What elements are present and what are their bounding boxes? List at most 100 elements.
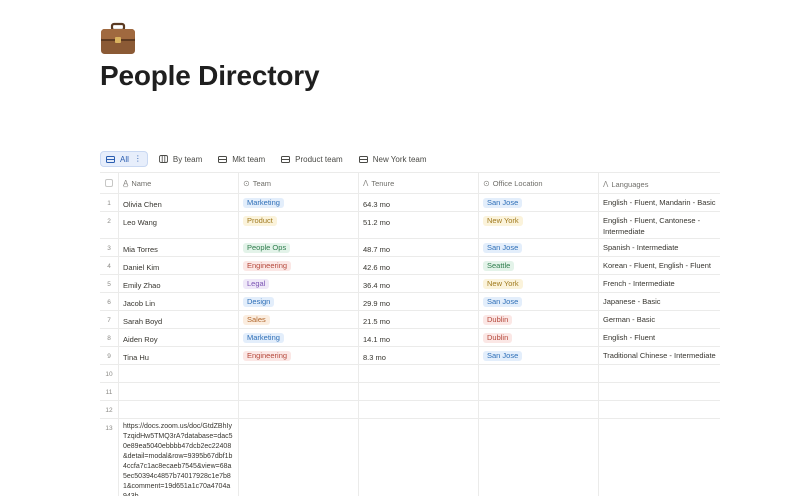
- tenure-cell[interactable]: 51.2 mo: [359, 212, 479, 238]
- languages-cell[interactable]: [599, 383, 720, 400]
- languages-cell[interactable]: German - Basic: [599, 311, 720, 328]
- tenure-cell[interactable]: 64.3 mo: [359, 194, 479, 211]
- team-cell[interactable]: Engineering: [239, 347, 359, 364]
- team-cell[interactable]: Product: [239, 212, 359, 238]
- table-row[interactable]: 3 Mia Torres People Ops 48.7 mo San Jose Span…: [100, 239, 720, 257]
- table-row[interactable]: 13 https://docs.zoom.us/doc/GtdZBhIyTzqid…: [100, 419, 720, 496]
- tenure-cell[interactable]: 14.1 mo: [359, 329, 479, 346]
- table-row[interactable]: 6 Jacob Lin Design 29.9 mo San Jose Japanese …: [100, 293, 720, 311]
- team-cell[interactable]: People Ops: [239, 239, 359, 256]
- team-cell[interactable]: Legal: [239, 275, 359, 292]
- name-cell[interactable]: Aiden Roy: [119, 329, 239, 346]
- name-cell[interactable]: [119, 365, 239, 382]
- office-cell[interactable]: [479, 401, 599, 418]
- team-cell[interactable]: [239, 419, 359, 496]
- column-header-office-location[interactable]: ⊙ Office Location: [479, 173, 599, 193]
- column-header-team[interactable]: ⊙ Team: [239, 173, 359, 193]
- column-header-languages[interactable]: Λ Languages: [599, 173, 720, 193]
- name-cell[interactable]: https://docs.zoom.us/doc/GtdZBhIyTzqidHw…: [119, 419, 239, 496]
- office-tag: San Jose: [483, 198, 523, 208]
- team-cell[interactable]: Engineering: [239, 257, 359, 274]
- formula-property-icon: Λ: [363, 178, 369, 188]
- office-cell[interactable]: Seattle: [479, 257, 599, 274]
- select-all-checkbox[interactable]: [105, 179, 113, 187]
- tenure-cell[interactable]: 42.6 mo: [359, 257, 479, 274]
- tenure-cell[interactable]: [359, 383, 479, 400]
- name-cell[interactable]: [119, 383, 239, 400]
- tenure-cell[interactable]: [359, 419, 479, 496]
- languages-cell[interactable]: English - Fluent: [599, 329, 720, 346]
- languages-cell[interactable]: [599, 419, 720, 496]
- tenure-cell[interactable]: 48.7 mo: [359, 239, 479, 256]
- team-cell[interactable]: [239, 401, 359, 418]
- tab-mkt-team[interactable]: Mkt team: [213, 151, 270, 167]
- languages-cell[interactable]: Spanish - Intermediate: [599, 239, 720, 256]
- team-cell[interactable]: [239, 383, 359, 400]
- languages-cell[interactable]: English - Fluent, Cantonese - Intermedia…: [599, 212, 720, 238]
- table-row[interactable]: 12: [100, 401, 720, 419]
- tenure-cell[interactable]: 36.4 mo: [359, 275, 479, 292]
- name-cell[interactable]: [119, 401, 239, 418]
- tenure-cell[interactable]: 8.3 mo: [359, 347, 479, 364]
- team-cell[interactable]: Marketing: [239, 194, 359, 211]
- tab-by-team[interactable]: By team: [154, 151, 207, 167]
- column-header-tenure[interactable]: Λ Tenure: [359, 173, 479, 193]
- name-cell[interactable]: Mia Torres: [119, 239, 239, 256]
- office-cell[interactable]: Dublin: [479, 311, 599, 328]
- office-cell[interactable]: [479, 365, 599, 382]
- team-tag: Engineering: [243, 351, 292, 361]
- team-cell[interactable]: Design: [239, 293, 359, 310]
- tab-label: New York team: [372, 154, 427, 164]
- team-cell[interactable]: Sales: [239, 311, 359, 328]
- table-row[interactable]: 7 Sarah Boyd Sales 21.5 mo Dublin German - Ba…: [100, 311, 720, 329]
- languages-cell[interactable]: English - Fluent, Mandarin - Basic: [599, 194, 720, 211]
- tenure-cell[interactable]: 21.5 mo: [359, 311, 479, 328]
- table-row[interactable]: 1 Olivia Chen Marketing 64.3 mo San Jose Engl…: [100, 194, 720, 212]
- team-cell[interactable]: Marketing: [239, 329, 359, 346]
- languages-cell[interactable]: [599, 365, 720, 382]
- name-cell[interactable]: Leo Wang: [119, 212, 239, 238]
- office-cell[interactable]: San Jose: [479, 293, 599, 310]
- name-cell[interactable]: Emily Zhao: [119, 275, 239, 292]
- more-options-icon[interactable]: ⋮: [134, 155, 142, 163]
- view-tabs: All ⋮ By team Mkt team Product team New …: [100, 151, 438, 167]
- name-cell[interactable]: Daniel Kim: [119, 257, 239, 274]
- office-tag: New York: [483, 279, 523, 289]
- name-cell[interactable]: Jacob Lin: [119, 293, 239, 310]
- office-cell[interactable]: Dublin: [479, 329, 599, 346]
- office-cell[interactable]: San Jose: [479, 347, 599, 364]
- tab-label: All: [120, 154, 129, 164]
- team-tag: Marketing: [243, 333, 284, 343]
- table-row[interactable]: 5 Emily Zhao Legal 36.4 mo New York French - …: [100, 275, 720, 293]
- table-row[interactable]: 8 Aiden Roy Marketing 14.1 mo Dublin English …: [100, 329, 720, 347]
- office-cell[interactable]: San Jose: [479, 239, 599, 256]
- name-cell[interactable]: Sarah Boyd: [119, 311, 239, 328]
- table-row[interactable]: 2 Leo Wang Product 51.2 mo New York English -…: [100, 212, 720, 239]
- table-row[interactable]: 9 Tina Hu Engineering 8.3 mo San Jose Traditi…: [100, 347, 720, 365]
- tab-new-york-team[interactable]: New York team: [354, 151, 432, 167]
- languages-cell[interactable]: Traditional Chinese - Intermediate: [599, 347, 720, 364]
- tenure-cell[interactable]: [359, 401, 479, 418]
- table-row[interactable]: 11: [100, 383, 720, 401]
- column-header-name[interactable]: A̲ Name: [119, 173, 239, 193]
- name-cell[interactable]: Olivia Chen: [119, 194, 239, 211]
- tenure-cell[interactable]: [359, 365, 479, 382]
- languages-cell[interactable]: Korean - Fluent, English - Fluent: [599, 257, 720, 274]
- table-row[interactable]: 10: [100, 365, 720, 383]
- team-cell[interactable]: [239, 365, 359, 382]
- tab-all[interactable]: All ⋮: [100, 151, 148, 167]
- office-cell[interactable]: New York: [479, 275, 599, 292]
- tab-product-team[interactable]: Product team: [276, 151, 348, 167]
- languages-cell[interactable]: French - Intermediate: [599, 275, 720, 292]
- tenure-cell[interactable]: 29.9 mo: [359, 293, 479, 310]
- office-cell[interactable]: [479, 419, 599, 496]
- languages-cell[interactable]: Japanese - Basic: [599, 293, 720, 310]
- office-cell[interactable]: San Jose: [479, 194, 599, 211]
- office-cell[interactable]: New York: [479, 212, 599, 238]
- formula-property-icon: Λ: [603, 179, 609, 189]
- table-row[interactable]: 4 Daniel Kim Engineering 42.6 mo Seattle Kore…: [100, 257, 720, 275]
- name-cell[interactable]: Tina Hu: [119, 347, 239, 364]
- office-cell[interactable]: [479, 383, 599, 400]
- team-tag: Product: [243, 216, 277, 226]
- languages-cell[interactable]: [599, 401, 720, 418]
